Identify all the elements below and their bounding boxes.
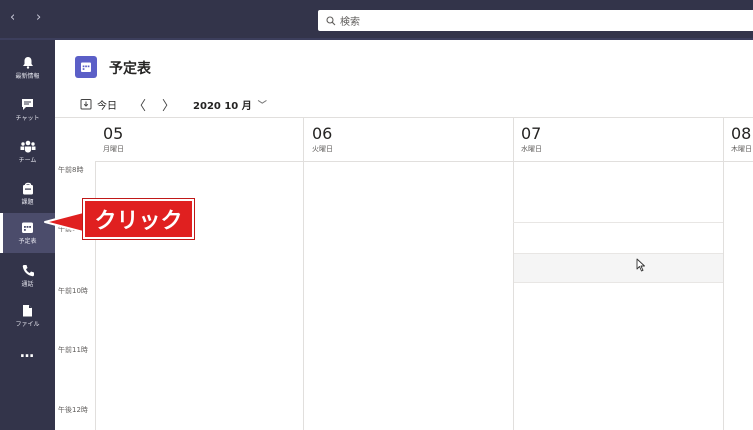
mouse-cursor-icon xyxy=(636,258,645,272)
rail-item-chat[interactable]: チャット xyxy=(0,90,55,130)
day-name: 水曜日 xyxy=(521,145,542,153)
back-button[interactable]: ‹ xyxy=(10,10,15,26)
day-column-tue[interactable] xyxy=(304,162,513,430)
title-bar: ‹ › 検索 xyxy=(0,0,753,38)
rail-label: 課題 xyxy=(21,199,34,206)
calendar-icon xyxy=(22,222,33,233)
day-number: 05 xyxy=(103,124,124,143)
rail-label: ファイル xyxy=(15,321,40,328)
page-title: 予定表 xyxy=(109,61,151,77)
day-header[interactable]: 05 月曜日 xyxy=(103,124,124,154)
topbar-divider xyxy=(0,38,753,40)
search-icon xyxy=(326,15,336,25)
today-label: 今日 xyxy=(97,100,117,112)
day-name: 木曜日 xyxy=(731,145,752,153)
chat-icon xyxy=(22,99,33,110)
time-label: 午前8時 xyxy=(58,166,84,174)
calendar-icon xyxy=(81,62,91,72)
today-button[interactable]: 今日 xyxy=(80,97,117,112)
day-number: 07 xyxy=(521,124,542,143)
month-label: 2020 10 月 xyxy=(193,100,252,112)
day-header[interactable]: 07 水曜日 xyxy=(521,124,542,154)
rail-item-files[interactable]: ファイル xyxy=(0,296,55,336)
rail-label: 通話 xyxy=(21,281,34,288)
more-apps-button[interactable]: … xyxy=(0,345,55,361)
calendar-top-border xyxy=(55,117,753,118)
day-number: 08 xyxy=(731,124,752,143)
rail-item-calls[interactable]: 通話 xyxy=(0,256,55,296)
day-column-wed[interactable] xyxy=(514,162,723,430)
hovered-time-slot[interactable] xyxy=(514,253,723,283)
forward-button[interactable]: › xyxy=(36,10,41,26)
rail-label: 予定表 xyxy=(18,238,37,245)
hour-line xyxy=(513,222,723,223)
time-label: 午後12時 xyxy=(58,406,88,414)
column-divider xyxy=(723,118,724,430)
rail-label: チャット xyxy=(15,115,40,122)
next-week-button[interactable]: 〉 xyxy=(162,95,175,114)
month-picker[interactable]: 2020 10 月 ﹀ xyxy=(193,97,267,112)
chevron-down-icon: ﹀ xyxy=(257,100,267,111)
bell-icon xyxy=(22,57,33,69)
day-name: 火曜日 xyxy=(312,145,333,153)
file-icon xyxy=(23,305,32,317)
rail-label: 最新情報 xyxy=(15,73,40,80)
time-label: 午前11時 xyxy=(58,346,88,354)
rail-label: チーム xyxy=(18,157,37,164)
teams-icon xyxy=(20,140,35,153)
day-name: 月曜日 xyxy=(103,145,124,153)
calendar-app-icon xyxy=(75,56,97,78)
phone-icon xyxy=(22,265,34,277)
day-header[interactable]: 06 火曜日 xyxy=(312,124,333,154)
search-input[interactable]: 検索 xyxy=(318,10,753,31)
click-annotation: クリック xyxy=(83,199,194,239)
rail-item-teams[interactable]: チーム xyxy=(0,132,55,172)
previous-week-button[interactable]: 〈 xyxy=(133,95,146,114)
day-header[interactable]: 08 木曜日 xyxy=(731,124,752,154)
active-indicator xyxy=(0,213,3,253)
day-number: 06 xyxy=(312,124,333,143)
search-placeholder: 検索 xyxy=(340,17,360,28)
time-label: 午前10時 xyxy=(58,287,88,295)
rail-item-activity[interactable]: 最新情報 xyxy=(0,48,55,88)
assignments-icon xyxy=(22,182,33,195)
today-icon xyxy=(80,99,92,110)
calendar-toolbar: 今日 〈 〉 2020 10 月 ﹀ xyxy=(80,94,267,114)
